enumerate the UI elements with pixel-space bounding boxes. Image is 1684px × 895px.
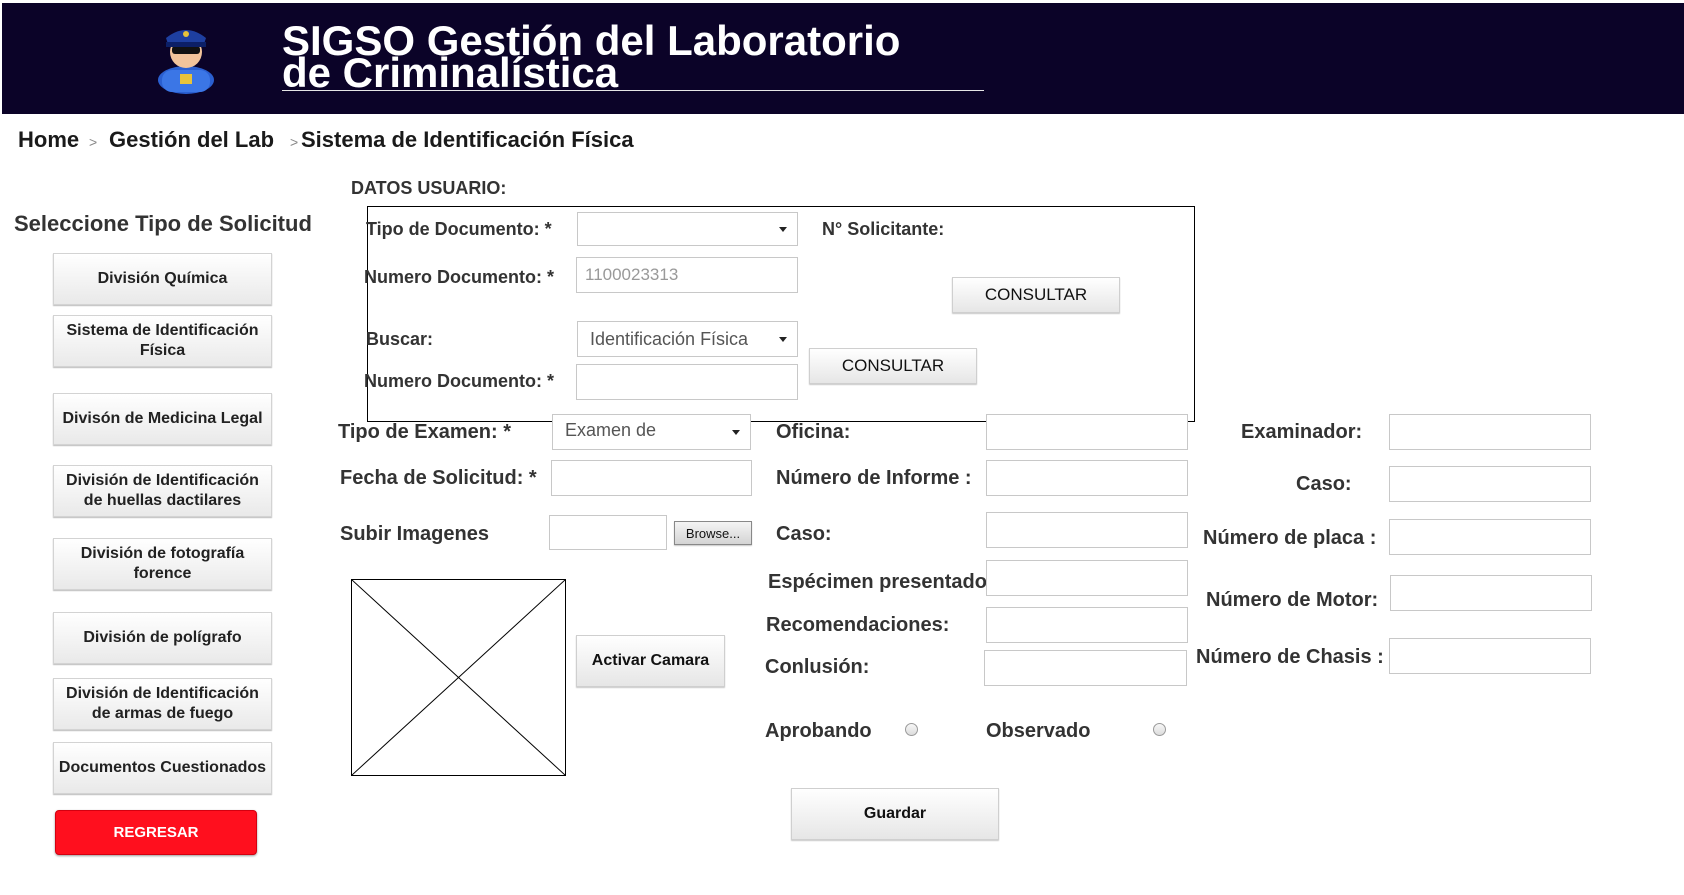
- numero-informe-input[interactable]: [986, 460, 1188, 496]
- breadcrumb-separator: >: [89, 134, 98, 150]
- app-title-line2: de Criminalística: [282, 49, 619, 96]
- subir-imagenes-label: Subir Imagenes: [340, 523, 489, 545]
- oficina-input[interactable]: [986, 414, 1188, 450]
- regresar-button[interactable]: REGRESAR: [55, 810, 257, 855]
- observado-radio[interactable]: [1153, 723, 1166, 736]
- sidebar-item-armas[interactable]: División de Identificación de armas de f…: [53, 678, 272, 730]
- aprobando-label: Aprobando: [765, 720, 872, 742]
- numero-placa-input[interactable]: [1389, 519, 1591, 555]
- especimen-input[interactable]: [986, 560, 1188, 596]
- numero-informe-label: Número de Informe :: [776, 467, 972, 489]
- police-officer-icon: [150, 16, 222, 94]
- buscar-label: Buscar:: [366, 329, 434, 349]
- file-path-input[interactable]: [549, 515, 667, 550]
- recomendaciones-input[interactable]: [986, 607, 1188, 643]
- chevron-down-icon: [732, 430, 740, 435]
- sidebar-item-medicina-legal[interactable]: Divisón de Medicina Legal: [53, 393, 272, 445]
- conclusion-label: Conlusión:: [765, 656, 870, 678]
- numero-documento-label: Numero Documento: *: [364, 267, 555, 287]
- consultar-button-2[interactable]: CONSULTAR: [809, 348, 977, 384]
- app-header: SIGSO Gestión del Laboratorio de Crimina…: [2, 3, 1684, 114]
- sidebar-item-huellas[interactable]: División de Identificación de huellas da…: [53, 465, 272, 517]
- sidebar-item-fotografia[interactable]: División de fotografía forence: [53, 538, 272, 590]
- numero-motor-label: Número de Motor:: [1206, 589, 1379, 611]
- solicitante-label: N° Solicitante:: [822, 219, 945, 239]
- image-placeholder: [351, 579, 566, 776]
- especimen-label: Espécimen presentado:: [768, 571, 994, 593]
- caso2-label: Caso:: [1296, 473, 1352, 495]
- breadcrumb-current: Sistema de Identificación Física: [301, 127, 634, 152]
- conclusion-input[interactable]: [984, 650, 1187, 686]
- caso-label: Caso:: [776, 523, 832, 545]
- guardar-button[interactable]: Guardar: [791, 788, 999, 840]
- sidebar-item-identificacion-fisica[interactable]: Sistema de Identificación Física: [53, 315, 272, 367]
- oficina-label: Oficina:: [776, 421, 851, 443]
- buscar-value: Identificación Física: [590, 328, 749, 349]
- numero-placa-label: Número de placa :: [1203, 527, 1377, 549]
- fecha-solicitud-input[interactable]: [551, 460, 752, 496]
- tipo-documento-select[interactable]: [577, 212, 798, 246]
- numero-motor-input[interactable]: [1390, 575, 1592, 611]
- numero-chasis-input[interactable]: [1389, 638, 1591, 674]
- browse-button[interactable]: Browse...: [674, 521, 752, 545]
- breadcrumb-home[interactable]: Home: [18, 127, 79, 153]
- buscar-select[interactable]: Identificación Física: [577, 321, 798, 357]
- caso2-input[interactable]: [1389, 466, 1591, 502]
- tipo-examen-value: Examen de: [565, 420, 657, 440]
- chevron-down-icon: [779, 337, 787, 342]
- caso-input[interactable]: [986, 512, 1188, 548]
- tipo-documento-label: Tipo de Documento: *: [366, 219, 552, 239]
- numero-chasis-label: Número de Chasis :: [1196, 646, 1384, 668]
- title-underline: [282, 90, 984, 91]
- consultar-button-1[interactable]: CONSULTAR: [952, 277, 1120, 313]
- examinador-label: Examinador:: [1241, 421, 1363, 443]
- breadcrumb-gestion[interactable]: Gestión del Lab: [109, 127, 274, 153]
- aprobando-radio[interactable]: [905, 723, 918, 736]
- sidebar-title: Seleccione Tipo de Solicitud: [14, 211, 312, 236]
- section-title-datos-usuario: DATOS USUARIO:: [351, 178, 507, 198]
- fecha-solicitud-label: Fecha de Solicitud: *: [340, 467, 537, 489]
- breadcrumb-separator: >: [290, 134, 299, 150]
- numero-documento-input[interactable]: 1100023313: [576, 257, 798, 293]
- activar-camara-button[interactable]: Activar Camara: [576, 635, 725, 687]
- tipo-examen-select[interactable]: Examen de: [552, 414, 751, 450]
- numero-documento2-label: Numero Documento: *: [364, 371, 555, 391]
- examinador-input[interactable]: [1389, 414, 1591, 450]
- numero-documento2-input[interactable]: [576, 364, 798, 400]
- sidebar-item-documentos[interactable]: Documentos Cuestionados: [53, 742, 272, 794]
- sidebar-item-poligrafo[interactable]: División de polígrafo: [53, 612, 272, 664]
- tipo-examen-label: Tipo de Examen: *: [338, 421, 512, 443]
- sidebar-item-quimica[interactable]: División Química: [53, 253, 272, 305]
- chevron-down-icon: [779, 227, 787, 232]
- observado-label: Observado: [986, 720, 1091, 742]
- recomendaciones-label: Recomendaciones:: [766, 614, 950, 636]
